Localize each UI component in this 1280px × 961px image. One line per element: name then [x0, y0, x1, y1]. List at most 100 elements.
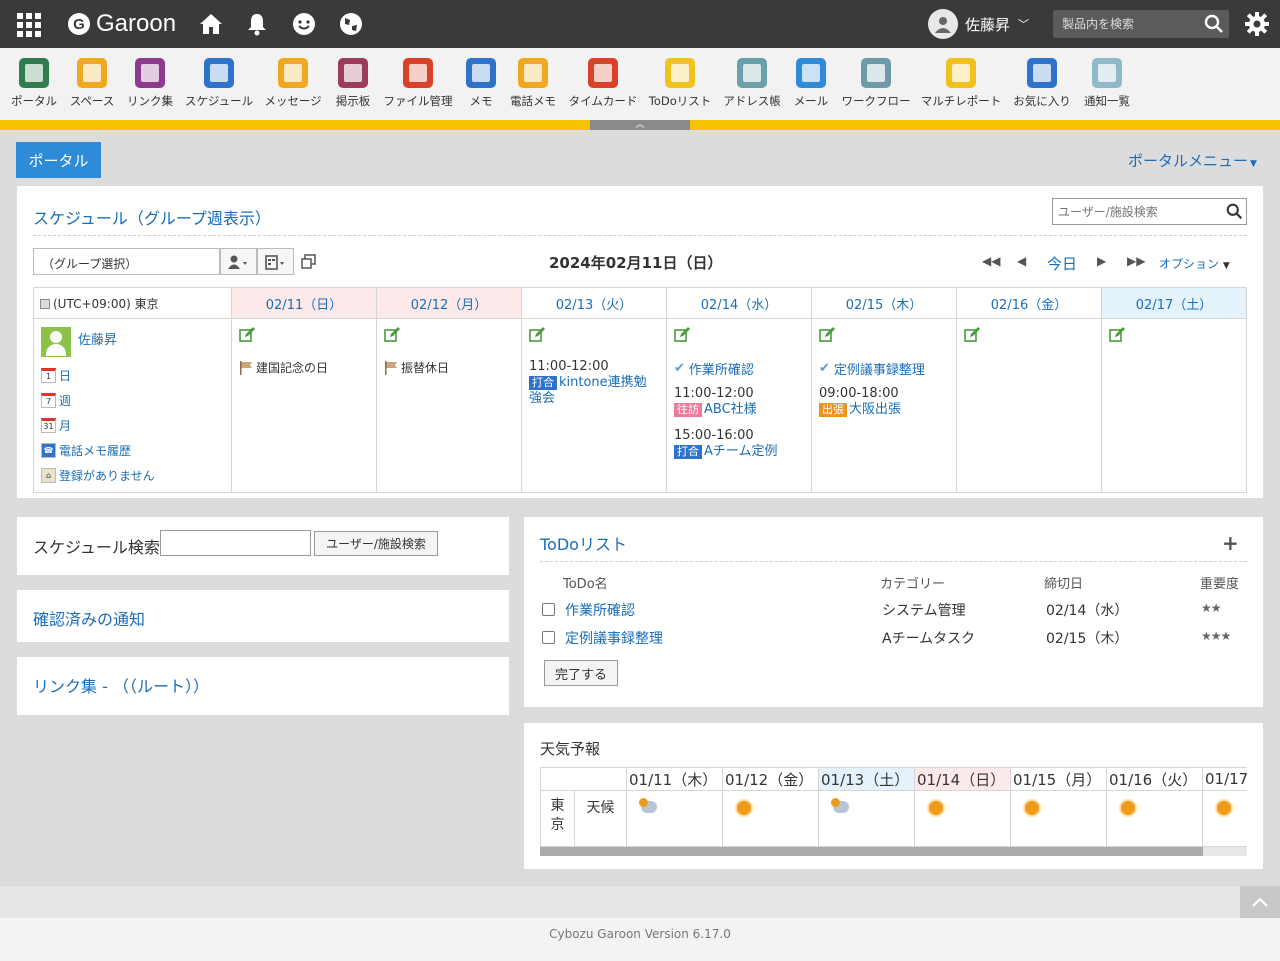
phone-memo-history-link[interactable]: ☎ 電話メモ履歴 [41, 442, 224, 459]
month-view-link[interactable]: 31 月 [41, 417, 224, 434]
day-header[interactable]: 02/17（土） [1101, 287, 1247, 319]
portal-tab[interactable]: ポータル [16, 142, 101, 178]
timezone-label: (UTC+09:00) 東京 [53, 296, 159, 311]
add-event-icon[interactable] [239, 327, 255, 343]
user-menu[interactable]: 佐藤昇 ﹀ [928, 9, 1029, 39]
event-item[interactable]: 09:00-18:00 出張 大阪出張 [819, 386, 949, 418]
add-todo-icon[interactable]: + [1222, 531, 1239, 555]
month-view-label: 月 [59, 419, 72, 433]
garoon-logo[interactable]: G Garoon [68, 10, 176, 38]
group-select[interactable]: （グループ選択） [33, 248, 220, 275]
day-header[interactable]: 02/11（日） [231, 287, 377, 319]
day-header[interactable]: 02/16（金） [956, 287, 1102, 319]
scrollbar-thumb[interactable] [540, 847, 1203, 856]
add-event-icon[interactable] [529, 327, 545, 343]
product-search-input[interactable] [1053, 10, 1199, 38]
add-event-icon[interactable] [674, 327, 690, 343]
app-grid-icon[interactable] [17, 13, 41, 37]
next-day-button[interactable]: ▶ [1097, 254, 1106, 268]
app-message[interactable]: メッセージ [262, 58, 324, 120]
app-portal[interactable]: ポータル [8, 58, 60, 120]
app-todo[interactable]: ToDoリスト [648, 58, 712, 120]
smiley-icon[interactable] [291, 11, 317, 37]
no-registration-link[interactable]: ⌂ 登録がありません [41, 467, 224, 484]
day-header[interactable]: 02/15（木） [811, 287, 957, 319]
option-link[interactable]: オプション ▼ [1159, 255, 1230, 272]
app-timecard[interactable]: タイムカード [568, 58, 638, 120]
event-item[interactable]: 15:00-16:00 打合 Aチーム定例 [674, 428, 804, 460]
confirmed-notifications-title[interactable]: 確認済みの通知 [33, 606, 145, 630]
user-select-button[interactable] [220, 248, 257, 275]
prev-week-button[interactable]: ◀◀ [982, 254, 1000, 268]
weather-table: 01/11（木） 01/12（金） 01/13（土） 01/14（日） 01/1… [540, 767, 1247, 847]
week-view-link[interactable]: 7週 [41, 392, 224, 409]
day-view-link[interactable]: 1日 [41, 367, 224, 384]
app-address[interactable]: アドレス帳 [722, 58, 782, 120]
app-file[interactable]: ファイル管理 [382, 58, 454, 120]
bell-icon[interactable] [244, 11, 270, 37]
holiday-name: 振替休日 [401, 361, 450, 375]
app-workflow[interactable]: ワークフロー [840, 58, 912, 120]
todo-name-link[interactable]: 作業所確認 [565, 600, 635, 620]
todo-name-link[interactable]: 定例議事録整理 [565, 628, 663, 648]
todo-header-due: 締切日 [1044, 577, 1084, 592]
today-link[interactable]: 今日 [1047, 253, 1077, 274]
todo-header-name: ToDo名 [563, 577, 608, 592]
app-bulletin[interactable]: 掲示板 [332, 58, 374, 120]
folder-icon [403, 58, 433, 88]
house-icon: ⌂ [41, 468, 56, 483]
todo-row: 定例議事録整理 Aチームタスク 02/15（木） ★★★ [542, 626, 1248, 650]
app-space[interactable]: スペース [66, 58, 118, 120]
schedule-panel-title[interactable]: スケジュール（グループ週表示） [33, 205, 271, 229]
schedule-search-input[interactable] [160, 530, 311, 556]
facility-search-input[interactable] [1053, 199, 1223, 224]
add-event-icon[interactable] [819, 327, 835, 343]
event-item[interactable]: 11:00-12:00 往訪 ABC社様 [674, 386, 804, 418]
app-memo[interactable]: メモ [462, 58, 500, 120]
schedule-date-title: 2024年02月11日（日） [549, 254, 723, 272]
next-week-button[interactable]: ▶▶ [1127, 254, 1145, 268]
product-search [1053, 10, 1229, 38]
globe-icon[interactable] [338, 11, 364, 37]
search-icon[interactable] [1204, 14, 1224, 38]
prev-day-button[interactable]: ◀ [1017, 254, 1026, 268]
todo-title[interactable]: ToDoリスト [540, 531, 627, 555]
scroll-to-top-button[interactable] [1240, 886, 1280, 918]
event-title[interactable]: ABC社様 [704, 402, 757, 417]
day-header[interactable]: 02/12（月） [376, 287, 522, 319]
links-title[interactable]: リンク集 - （（ルート）） [33, 673, 209, 697]
complete-button[interactable]: 完了する [544, 660, 618, 686]
task-item[interactable]: ✔ 作業所確認 [674, 359, 804, 378]
search-icon[interactable] [1226, 203, 1243, 224]
weather-cell [626, 790, 723, 847]
todo-checkbox[interactable] [542, 603, 555, 616]
app-notifications[interactable]: 通知一覧 [1082, 58, 1132, 120]
app-mail[interactable]: メール [790, 58, 832, 120]
home-icon[interactable] [198, 11, 224, 37]
day-header[interactable]: 02/14（水） [666, 287, 812, 319]
user-name-link[interactable]: 佐藤昇 [78, 327, 117, 348]
portal-menu-link[interactable]: ポータルメニュー ▼ [1128, 150, 1257, 171]
gear-icon[interactable] [1244, 11, 1270, 41]
event-item[interactable]: 11:00-12:00 打合 kintone連携勉強会 [529, 359, 659, 407]
task-item[interactable]: ✔ 定例議事録整理 [819, 359, 949, 378]
add-event-icon[interactable] [964, 327, 980, 343]
todo-checkbox[interactable] [542, 631, 555, 644]
user-facility-search-button[interactable]: ユーザー/施設検索 [314, 531, 438, 556]
app-schedule[interactable]: スケジュール [184, 58, 254, 120]
add-event-icon[interactable] [384, 327, 400, 343]
event-title[interactable]: 大阪出張 [849, 402, 901, 417]
add-event-icon[interactable] [1109, 327, 1125, 343]
weather-scrollbar[interactable] [540, 847, 1247, 856]
app-favorites[interactable]: お気に入り [1010, 58, 1074, 120]
schedule-search-label: スケジュール検索 [33, 538, 160, 557]
app-link[interactable]: リンク集 [124, 58, 176, 120]
app-multireport[interactable]: マルチレポート [920, 58, 1002, 120]
collapse-menu-button[interactable]: ︿ [590, 120, 690, 130]
popup-window-icon[interactable] [301, 254, 316, 273]
event-title[interactable]: Aチーム定例 [704, 444, 778, 459]
day-header[interactable]: 02/13（火） [521, 287, 667, 319]
app-phone-memo[interactable]: 電話メモ [508, 58, 558, 120]
facility-select-button[interactable] [257, 248, 294, 275]
todo-panel: ToDoリスト + ToDo名 カテゴリー 締切日 重要度 作業所確認 システム… [524, 517, 1263, 707]
